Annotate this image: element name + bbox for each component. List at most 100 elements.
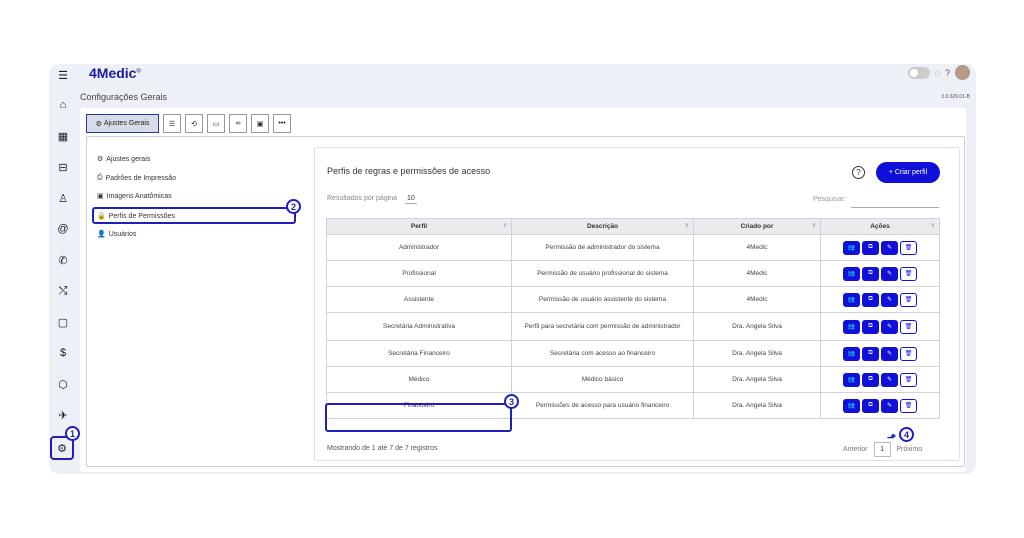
more-icon: ••• — [278, 120, 286, 127]
logo-text: 4Medic — [89, 65, 137, 81]
edit-button[interactable]: ✎ — [881, 372, 898, 387]
edit-button[interactable]: ✎ — [881, 346, 898, 361]
duplicate-button[interactable]: ⧉ — [862, 319, 879, 334]
edit-button[interactable]: ✎ — [881, 319, 898, 334]
delete-button[interactable]: 🗑 — [900, 398, 917, 413]
tab-ajustes-gerais[interactable]: ⚙ Ajustes Gerais — [86, 114, 159, 133]
chat-icon[interactable]: ◌ — [935, 68, 940, 78]
col-label: Perfil — [410, 223, 428, 230]
edit-button[interactable]: ✎ — [881, 240, 898, 255]
profiles-card: Perfis de regras e permissões de acesso … — [314, 147, 960, 461]
pagination: Anterior 1 Próximo — [843, 442, 922, 457]
permissions-button[interactable]: 👥 — [843, 398, 860, 413]
permissions-button[interactable]: 👥 — [843, 292, 860, 307]
delete-button[interactable]: 🗑 — [900, 266, 917, 281]
permissions-button[interactable]: 👥 — [843, 372, 860, 387]
results-per-page-select[interactable]: 10 — [405, 195, 417, 204]
page-number-button[interactable]: 1 — [873, 442, 891, 457]
cell-criado-por: 4Medic — [693, 234, 821, 261]
permissions-button[interactable]: 👥 — [843, 346, 860, 361]
cell-acoes: 👥 ⧉ ✎ 🗑 — [820, 312, 940, 341]
user-icon[interactable]: ♙ — [54, 189, 72, 207]
calendar-icon[interactable]: ▦ — [54, 127, 72, 145]
history-icon: ⟲ — [191, 120, 197, 128]
cell-descricao: Permissão de usuário profissional do sis… — [511, 260, 694, 287]
menu-item-imagens-anatomicas[interactable]: ▣ Imagens Anatômicas — [97, 190, 172, 202]
step-badge-4: 4 — [899, 427, 914, 442]
search-label: Pesquisar: — [813, 196, 847, 203]
permissions-button[interactable]: 👥 — [843, 266, 860, 281]
home-icon[interactable]: ⌂ — [54, 96, 72, 114]
user-icon: 👤 — [97, 231, 106, 238]
tab-document[interactable]: ▣ — [251, 114, 269, 133]
table-row: Assistente Permissão de usuário assistent… — [326, 286, 940, 313]
edit-button[interactable]: ✎ — [881, 266, 898, 281]
cube-icon[interactable]: ⬡ — [54, 375, 72, 393]
gears-icon: ⚙ — [95, 120, 102, 128]
tab-list[interactable]: ☰ — [163, 114, 181, 133]
delete-button[interactable]: 🗑 — [900, 346, 917, 361]
help-icon[interactable]: ? — [852, 166, 865, 179]
showing-info: Mostrando de 1 até 7 de 7 registros — [327, 445, 438, 452]
cell-acoes: 👥 ⧉ ✎ 🗑 — [820, 234, 940, 261]
duplicate-button[interactable]: ⧉ — [862, 346, 879, 361]
app-logo[interactable]: 4Medic© — [89, 65, 141, 81]
duplicate-button[interactable]: ⧉ — [862, 398, 879, 413]
table-row: Secretária Financeiro Secretária com aces… — [326, 340, 940, 367]
tab-window[interactable]: ▭ — [207, 114, 225, 133]
create-profile-button[interactable]: + Criar perfil — [876, 162, 940, 183]
col-header-perfil[interactable]: Perfil ⇕ — [326, 218, 512, 235]
shuffle-icon[interactable]: ⤭ — [54, 282, 72, 300]
delete-button[interactable]: 🗑 — [900, 240, 917, 255]
menu-item-ajustes-gerais[interactable]: ⚙ Ajustes gerais — [97, 153, 150, 165]
delete-button[interactable]: 🗑 — [900, 319, 917, 334]
delete-button[interactable]: 🗑 — [900, 292, 917, 307]
menu-item-padroes-impressao[interactable]: ⎙ Padrões de Impressão — [97, 172, 176, 184]
version-label: 3.0.629.01-B — [941, 94, 970, 100]
permissions-button[interactable]: 👥 — [843, 319, 860, 334]
col-label: Ações — [870, 223, 890, 230]
sort-icon: ⇕ — [502, 223, 507, 229]
tab-link[interactable]: ∞ — [229, 114, 247, 133]
phone-icon[interactable]: ✆ — [54, 251, 72, 269]
col-header-criado-por[interactable]: Criado por ⇕ — [693, 218, 821, 235]
results-per-page-label: Resultados por página — [327, 195, 398, 202]
gears-icon: ⚙ — [97, 156, 104, 163]
duplicate-button[interactable]: ⧉ — [862, 292, 879, 307]
col-header-acoes[interactable]: Ações ⇕ — [820, 218, 940, 235]
tab-history[interactable]: ⟲ — [185, 114, 203, 133]
menu-icon[interactable]: ☰ — [54, 66, 72, 84]
col-header-descricao[interactable]: Descrição ⇕ — [511, 218, 694, 235]
menu-item-label: Usuários — [108, 230, 137, 238]
tab-more[interactable]: ••• — [273, 114, 291, 133]
prev-page-button[interactable]: Anterior — [843, 446, 868, 453]
menu-item-usuarios[interactable]: 👤 Usuários — [97, 228, 136, 240]
duplicate-button[interactable]: ⧉ — [862, 266, 879, 281]
permissions-button[interactable]: 👥 — [843, 240, 860, 255]
help-icon[interactable]: ? — [945, 68, 950, 78]
cell-descricao: Médico básico — [511, 366, 694, 393]
delete-button[interactable]: 🗑 — [900, 372, 917, 387]
duplicate-button[interactable]: ⧉ — [862, 372, 879, 387]
theme-toggle[interactable] — [907, 66, 930, 79]
document-icon: ▣ — [256, 120, 264, 128]
card-title: Perfis de regras e permissões de acesso — [327, 166, 491, 176]
clipboard-icon[interactable]: ▢ — [54, 313, 72, 331]
edit-button[interactable]: ✎ — [881, 292, 898, 307]
dollar-icon[interactable]: $ — [54, 344, 72, 362]
next-page-button[interactable]: Próximo — [897, 446, 923, 453]
plane-icon[interactable]: ✈ — [54, 406, 72, 424]
inbox-icon[interactable]: ⊟ — [54, 158, 72, 176]
cell-perfil: Assistente — [326, 286, 512, 313]
cell-acoes: 👥 ⧉ ✎ 🗑 — [820, 260, 940, 287]
table-row: Secretária Administrativa Perfil para sec… — [326, 312, 940, 341]
cell-criado-por: Dra. Angela Silva — [693, 366, 821, 393]
duplicate-button[interactable]: ⧉ — [862, 240, 879, 255]
cell-perfil: Médico — [326, 366, 512, 393]
avatar[interactable] — [955, 65, 970, 80]
edit-button[interactable]: ✎ — [881, 398, 898, 413]
cell-descricao: Permissão de administrador do sistema — [511, 234, 694, 261]
step-badge-1: 1 — [65, 426, 80, 441]
search-input[interactable] — [851, 207, 939, 208]
at-icon[interactable]: @ — [54, 220, 72, 238]
